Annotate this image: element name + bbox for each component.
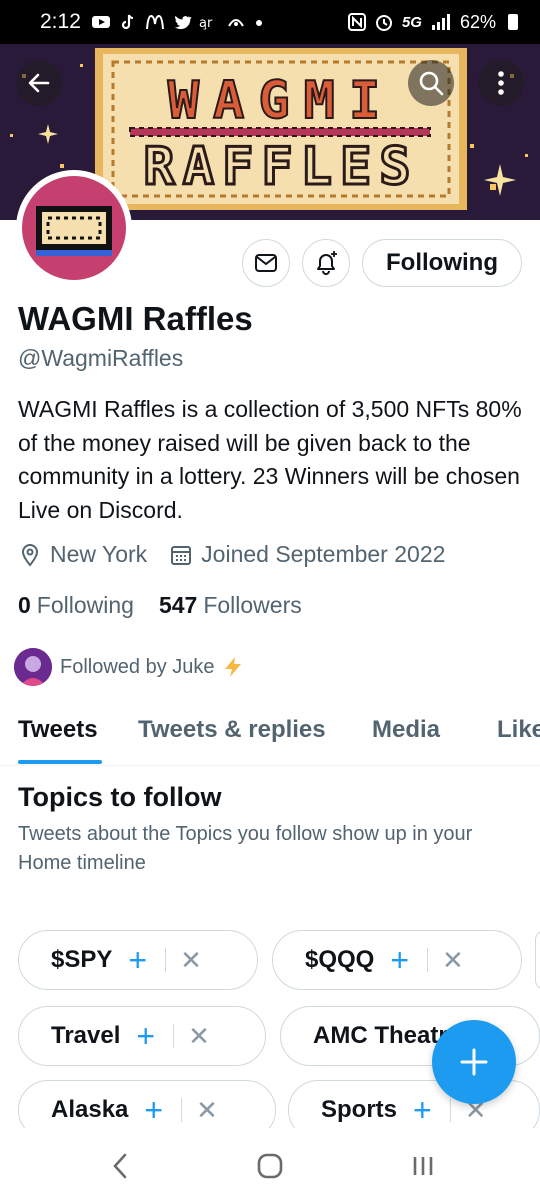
tab-tweets-replies[interactable]: Tweets & replies — [138, 716, 326, 744]
alarm-icon — [375, 15, 392, 31]
profile-avatar[interactable] — [16, 170, 132, 286]
following-button[interactable]: Following — [362, 239, 522, 287]
followers-count: 547 — [158, 592, 198, 618]
notifications-button[interactable] — [302, 239, 350, 287]
plus-icon[interactable]: + — [136, 1018, 155, 1055]
close-icon[interactable]: ✕ — [196, 1095, 218, 1126]
dot-icon — [255, 20, 262, 26]
avatar-image — [22, 176, 126, 280]
close-icon[interactable]: ✕ — [442, 945, 464, 976]
network-label: 5G — [401, 13, 422, 31]
envelope-icon — [255, 254, 277, 272]
followers-link[interactable]: 547 Followers — [159, 592, 302, 619]
mcdonalds-icon — [145, 14, 164, 30]
calendar-icon — [169, 543, 193, 567]
tab-media[interactable]: Media — [372, 716, 440, 744]
following-label: Following — [36, 592, 134, 618]
more-vertical-icon — [498, 71, 504, 95]
topics-title: Topics to follow — [18, 782, 222, 812]
status-right: 5G 62% — [347, 11, 518, 33]
svg-text:a̧r: a̧r — [199, 16, 213, 30]
home-icon — [257, 1153, 283, 1179]
message-button[interactable] — [242, 239, 290, 287]
plus-icon[interactable]: + — [128, 942, 147, 979]
topic-chip[interactable]: $QQQ + ✕ — [272, 930, 522, 990]
close-icon[interactable]: ✕ — [180, 945, 202, 976]
battery-percent: 62% — [459, 11, 496, 32]
nfc-icon — [347, 13, 366, 31]
following-link[interactable]: 0 Following — [18, 592, 134, 619]
system-navigation-bar — [0, 1128, 540, 1200]
close-icon[interactable]: ✕ — [188, 1021, 210, 1052]
profile-handle: @WagmiRaffles — [18, 345, 184, 371]
followed-by-text: Followed by Juke — [60, 655, 215, 678]
tab-likes[interactable]: Likes — [497, 716, 540, 744]
follower-avatar — [14, 648, 52, 686]
plus-icon[interactable]: + — [413, 1092, 432, 1129]
lightning-icon — [224, 657, 241, 677]
topic-label: Travel — [51, 1022, 121, 1049]
search-icon — [419, 71, 444, 96]
banner-line2: RAFFLES — [143, 137, 418, 197]
nav-home-button[interactable] — [252, 1148, 288, 1184]
plus-icon[interactable]: + — [390, 942, 409, 979]
status-bar: 2:12 a̧r 5G 62% — [0, 0, 540, 44]
search-button[interactable] — [408, 60, 454, 106]
followed-by[interactable]: Followed by Juke — [14, 648, 245, 686]
topic-label: Alaska — [51, 1096, 129, 1123]
twitter-icon — [174, 15, 192, 30]
topic-chip-partial[interactable] — [535, 930, 540, 990]
location-icon — [18, 543, 42, 567]
tiktok-icon — [121, 14, 133, 30]
ticket-logo-icon — [36, 206, 112, 256]
followers-label: Followers — [203, 592, 302, 618]
topic-label: $SPY — [51, 946, 113, 973]
tab-tweets[interactable]: Tweets — [18, 716, 98, 744]
topic-chip[interactable]: $SPY + ✕ — [18, 930, 258, 990]
profile-tabs: Tweets Tweets & replies Media Likes — [0, 700, 540, 766]
profile-location: New York — [50, 541, 148, 567]
plus-icon — [460, 1048, 488, 1076]
topic-label: Sports — [321, 1096, 398, 1123]
topic-label: $QQQ — [305, 946, 375, 973]
youtube-icon — [91, 16, 110, 28]
active-tab-indicator — [18, 760, 102, 764]
topic-chip[interactable]: Travel + ✕ — [18, 1006, 266, 1066]
paramount-icon — [228, 19, 244, 27]
profile-joined: Joined September 2022 — [201, 541, 446, 567]
plus-icon[interactable]: + — [144, 1092, 163, 1129]
arrow-left-icon — [28, 73, 50, 93]
topics-subtitle: Tweets about the Topics you follow show … — [18, 823, 473, 874]
back-button[interactable] — [16, 60, 62, 106]
profile-bio: WAGMI Raffles is a collection of 3,500 N… — [18, 396, 522, 523]
chevron-left-icon — [113, 1153, 127, 1179]
compose-tweet-button[interactable] — [432, 1020, 516, 1104]
profile-name: WAGMI Raffles — [18, 300, 253, 337]
nav-recents-button[interactable] — [405, 1148, 441, 1184]
bell-plus-icon — [317, 251, 337, 275]
battery-icon — [508, 14, 518, 30]
following-count: 0 — [18, 592, 31, 618]
recents-icon — [413, 1157, 433, 1175]
status-time: 2:12 — [40, 10, 81, 33]
follow-stats: 0 Following 547 Followers — [18, 592, 302, 619]
more-options-button[interactable] — [478, 60, 524, 106]
profile-meta: New York Joined September 2022 — [18, 541, 445, 568]
notification-icons: a̧r — [91, 14, 273, 30]
signal-icon — [431, 14, 450, 30]
air-app-icon: a̧r — [199, 16, 213, 30]
nav-back-button[interactable] — [102, 1148, 138, 1184]
banner-line1: WAGMI — [168, 71, 395, 131]
